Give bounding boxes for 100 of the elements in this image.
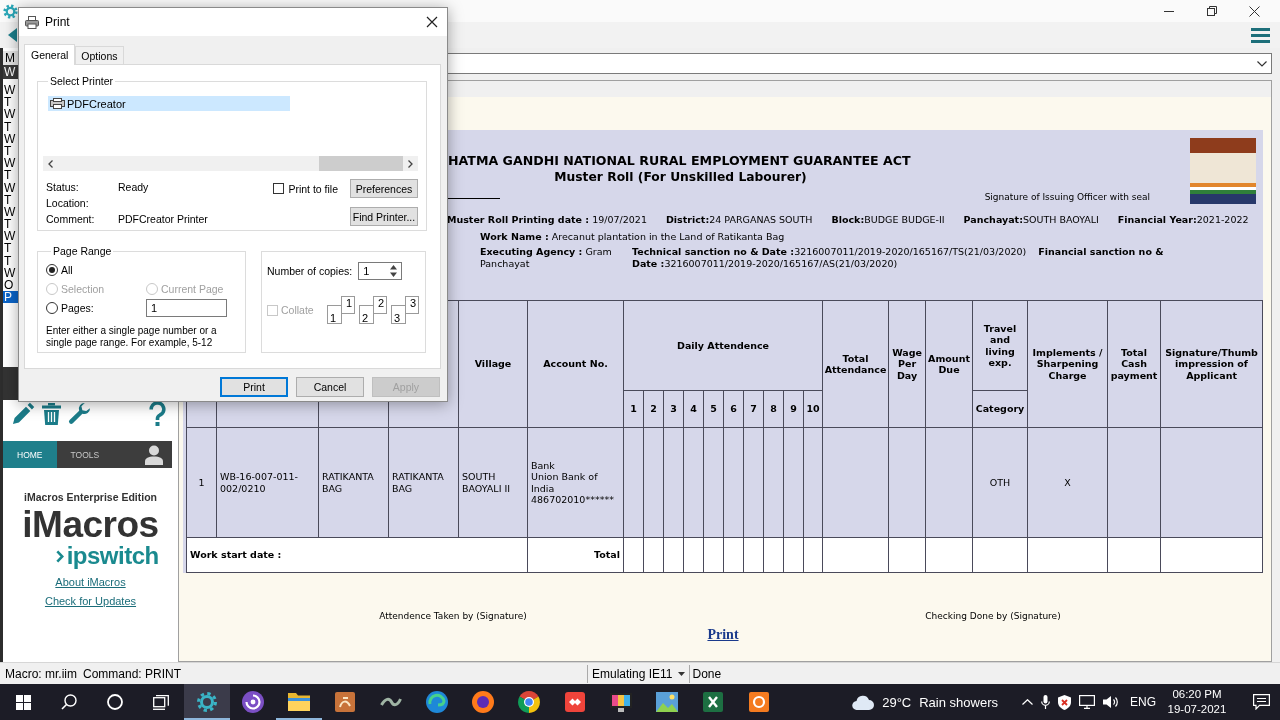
cloud-icon[interactable] xyxy=(852,694,875,710)
close-icon[interactable] xyxy=(426,16,438,28)
macro-item[interactable]: T xyxy=(3,120,18,133)
pencil-icon[interactable] xyxy=(12,402,35,425)
chevron-left-icon[interactable] xyxy=(48,159,53,168)
menu-icon[interactable] xyxy=(1251,27,1270,43)
macro-item[interactable]: W xyxy=(3,132,18,145)
language-indicator[interactable]: ENG xyxy=(1130,695,1156,709)
column-header: 4 xyxy=(683,390,704,428)
macro-item[interactable]: W xyxy=(3,266,18,279)
minimize-icon[interactable] xyxy=(1163,10,1174,12)
picture-icon xyxy=(656,692,678,712)
signature-label: Attendence Taken by (Signature) xyxy=(379,611,527,621)
executing-agency: Executing Agency : Gram Panchayat xyxy=(480,246,612,269)
info-field: Muster Roll Printing date : 19/07/2021 xyxy=(447,213,647,227)
close-icon[interactable] xyxy=(1249,5,1260,17)
windows-logo-icon[interactable] xyxy=(15,694,31,710)
spiral-disc-icon xyxy=(242,691,264,713)
printer-item[interactable]: PDFCreator xyxy=(48,96,290,111)
emulation-dropdown[interactable]: Emulating IE11 xyxy=(587,664,690,683)
table-cell: Total xyxy=(527,537,624,573)
scrollbar-thumb[interactable] xyxy=(319,156,403,171)
network-icon[interactable] xyxy=(1079,695,1095,709)
shield-icon[interactable] xyxy=(1058,694,1071,710)
macro-item[interactable]: T xyxy=(3,144,18,158)
speaker-icon[interactable] xyxy=(1103,695,1119,709)
macro-item[interactable]: W xyxy=(3,84,18,97)
sanction-details: Technical sanction no & Date :3216007011/2019-2020/165167/TS(21/03/2020) Financial sanction no & Date :3216007011/2019-2020/165167/AS(21/03/2020) xyxy=(632,246,1165,270)
column-header: Wage Per Day xyxy=(888,300,926,428)
page-thumbnail: 1 xyxy=(341,296,355,314)
macro-item[interactable]: T xyxy=(3,242,18,255)
macro-item[interactable]: W xyxy=(3,157,18,170)
radio-label: Pages: xyxy=(61,302,94,314)
list-heading: W xyxy=(3,65,18,79)
swirl-icon xyxy=(426,691,448,713)
copies-field[interactable]: 1 xyxy=(358,262,403,280)
clock-time[interactable]: 06:20 PM xyxy=(1172,687,1222,702)
dialog-button[interactable]: Cancel xyxy=(296,377,364,397)
trash-icon[interactable] xyxy=(42,402,61,425)
table-cell: Work start date : xyxy=(186,537,528,573)
sidebar-tab[interactable]: HOME xyxy=(3,441,57,468)
dialog-button[interactable]: Print xyxy=(220,377,288,397)
macro-item[interactable]: T xyxy=(3,169,18,182)
cross-tile-icon xyxy=(703,692,723,712)
microphone-icon[interactable] xyxy=(1041,695,1050,709)
macro-item[interactable]: W xyxy=(3,205,18,219)
restore-icon[interactable] xyxy=(1206,6,1217,16)
circle-icon[interactable] xyxy=(107,694,123,710)
chevron-down-icon[interactable] xyxy=(1257,60,1267,67)
macro-item[interactable]: T xyxy=(3,218,18,231)
macro-item[interactable]: T xyxy=(3,96,18,109)
orb-icon xyxy=(472,691,494,713)
page-thumbnail: 1 xyxy=(327,305,342,324)
left-arrow-icon[interactable] xyxy=(8,28,17,42)
up-down-arrows-icon[interactable] xyxy=(390,265,398,277)
table-cell: 1 xyxy=(186,427,217,538)
link[interactable]: About iMacros xyxy=(55,573,126,592)
radio-button[interactable] xyxy=(46,263,58,276)
radio-button[interactable] xyxy=(46,302,58,314)
dialog-title: Print xyxy=(45,15,70,29)
ring-tile-icon xyxy=(749,692,769,712)
search-icon[interactable] xyxy=(61,694,77,710)
dialog-button[interactable]: Preferences xyxy=(350,179,418,198)
macro-item[interactable]: T xyxy=(3,254,18,267)
macro-item[interactable]: O xyxy=(3,279,18,292)
table-cell: X xyxy=(1027,427,1108,538)
sidebar-tab[interactable]: TOOLS xyxy=(56,441,114,468)
info-field: Block:BUDGE BUDGE-II xyxy=(831,213,945,227)
dialog-tab[interactable]: Options xyxy=(75,46,124,64)
column-header: Travel and living exp. xyxy=(972,300,1028,391)
scrollbar[interactable] xyxy=(43,156,418,171)
dialog-tab[interactable]: General xyxy=(24,44,76,65)
dialog-button[interactable]: Find Printer... xyxy=(350,207,418,226)
wrench-icon[interactable] xyxy=(68,402,91,425)
table-cell: WB-16-007-011-002/0210 xyxy=(216,427,319,538)
user-icon[interactable] xyxy=(145,444,163,465)
weather-condition[interactable]: Rain showers xyxy=(919,694,998,710)
macro-item[interactable]: W xyxy=(3,108,18,121)
checkbox[interactable] xyxy=(273,183,285,194)
chevron-right-icon[interactable] xyxy=(408,159,413,168)
chevron-up-icon[interactable] xyxy=(1022,699,1033,705)
page-thumbnail: 3 xyxy=(405,296,419,314)
macro-item[interactable]: W xyxy=(3,181,18,194)
info-label: Comment: xyxy=(46,213,96,225)
clock-date[interactable]: 19-07-2021 xyxy=(1167,702,1227,717)
task-view-icon[interactable] xyxy=(153,694,169,710)
link[interactable]: Check for Updates xyxy=(44,592,137,611)
print-link[interactable]: Print xyxy=(707,627,739,642)
question-mark-icon[interactable] xyxy=(149,401,166,426)
notification-icon[interactable] xyxy=(1253,694,1270,710)
page-thumbnail: 2 xyxy=(373,296,387,314)
signature-label: Checking Done by (Signature) xyxy=(925,611,1061,621)
table-cell: SOUTH BAOYALI II xyxy=(458,427,528,538)
macro-item[interactable]: W xyxy=(3,230,18,243)
column-header: Implements / Sharpening Charge xyxy=(1027,300,1108,428)
pages-field[interactable]: 1 xyxy=(146,299,227,317)
weather-temperature[interactable]: 29°C xyxy=(882,694,912,710)
macro-item[interactable]: P xyxy=(3,291,18,304)
macro-item[interactable]: T xyxy=(3,193,18,206)
group-label: Page Range xyxy=(52,245,113,258)
